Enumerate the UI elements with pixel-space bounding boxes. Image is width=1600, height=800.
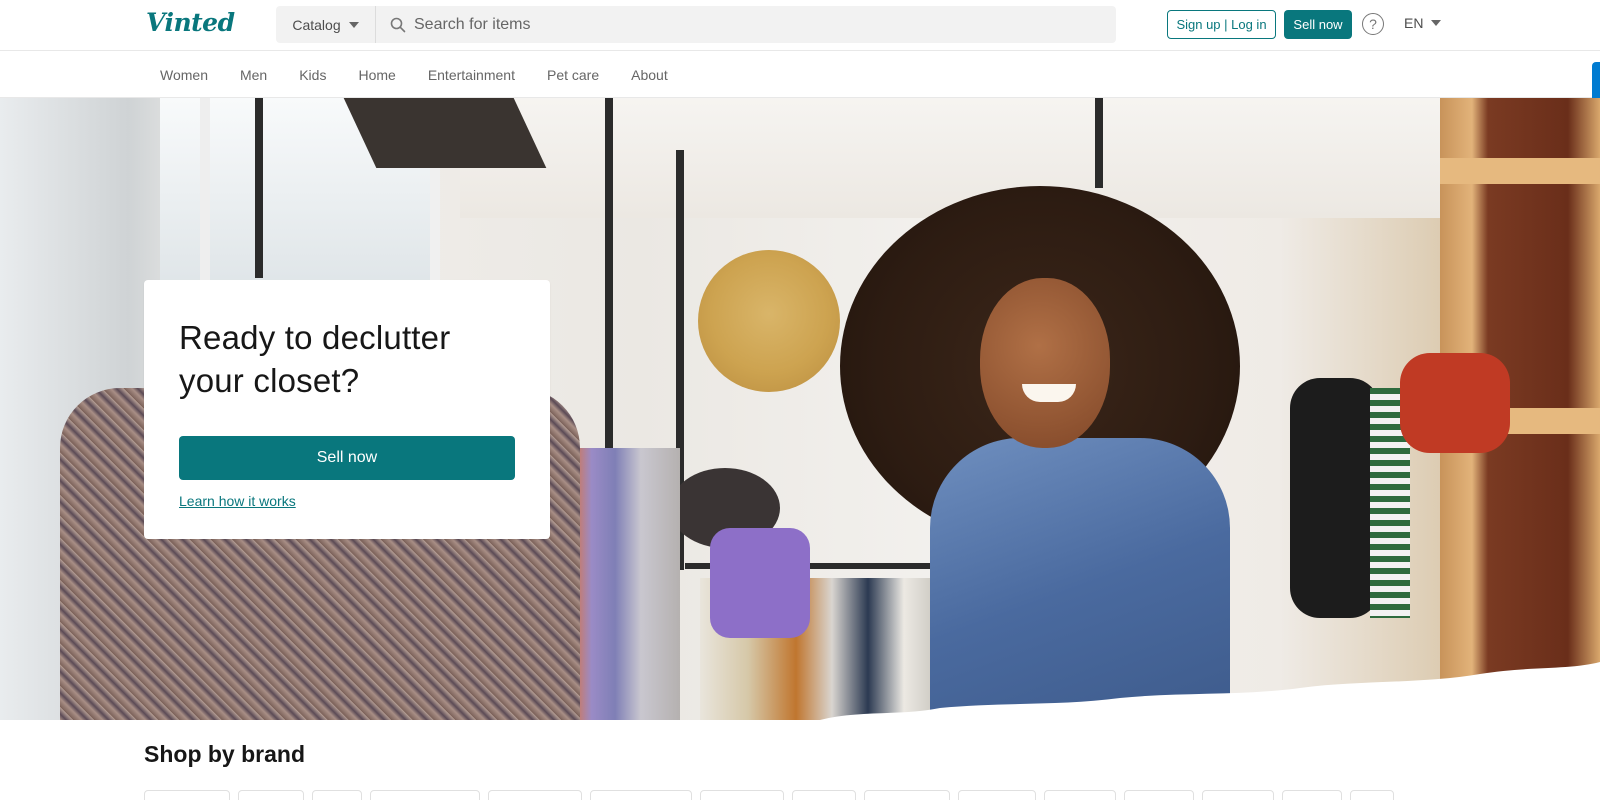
search-input[interactable] [406, 6, 1116, 43]
chevron-down-icon [348, 21, 359, 28]
hero-beam [343, 98, 547, 168]
shop-by-brand-heading: Shop by brand [144, 741, 305, 767]
brand-chip-row [144, 790, 1394, 800]
nav-item-kids[interactable]: Kids [283, 67, 342, 83]
brand-chip[interactable] [370, 790, 480, 800]
hero-purple-jacket [710, 528, 810, 638]
brand-chip[interactable] [864, 790, 950, 800]
brand-chip[interactable] [1124, 790, 1194, 800]
brand-chip[interactable] [1282, 790, 1342, 800]
help-icon[interactable]: ? [1362, 13, 1384, 35]
nav-item-pet-care[interactable]: Pet care [531, 67, 615, 83]
nav-item-entertainment[interactable]: Entertainment [412, 67, 531, 83]
help-symbol: ? [1369, 16, 1377, 32]
brand-chip[interactable] [238, 790, 304, 800]
hero-pole [605, 98, 613, 458]
hero-sell-now-button[interactable]: Sell now [179, 436, 515, 480]
nav-item-women[interactable]: Women [144, 67, 224, 83]
hero-title: Ready to declutter your closet? [179, 319, 451, 399]
hero-straw-hat [698, 250, 840, 392]
hero-pole [255, 98, 263, 278]
hero-cta-card: Ready to declutter your closet? Sell now… [144, 280, 550, 539]
torn-paper-edge [0, 662, 1600, 721]
category-nav: Women Men Kids Home Entertainment Pet ca… [0, 51, 1600, 98]
chevron-down-icon [1431, 20, 1442, 26]
search-icon [390, 17, 406, 33]
brand-chip[interactable] [792, 790, 856, 800]
top-header: Vinted Catalog Sign up | Log in Sell now… [0, 0, 1600, 51]
language-label: EN [1404, 15, 1424, 31]
brand-chip[interactable] [144, 790, 230, 800]
search-bar: Catalog [276, 6, 1116, 43]
sell-now-header-button[interactable]: Sell now [1284, 10, 1352, 39]
language-selector[interactable]: EN [1404, 15, 1442, 31]
nav-item-about[interactable]: About [615, 67, 684, 83]
brand-chip[interactable] [1044, 790, 1116, 800]
nav-item-men[interactable]: Men [224, 67, 283, 83]
nav-item-home[interactable]: Home [342, 67, 411, 83]
brand-chip[interactable] [312, 790, 362, 800]
vinted-logo[interactable]: Vinted [146, 8, 235, 37]
hero-black-bag [1290, 378, 1380, 618]
brand-chip[interactable] [1202, 790, 1274, 800]
brand-chip[interactable] [700, 790, 784, 800]
brand-chip[interactable] [590, 790, 692, 800]
catalog-label: Catalog [292, 16, 341, 33]
learn-how-it-works-link[interactable]: Learn how it works [179, 493, 296, 509]
brand-chip[interactable] [958, 790, 1036, 800]
hero-person-face [980, 278, 1110, 448]
hero-red-bag [1400, 353, 1510, 453]
catalog-dropdown[interactable]: Catalog [276, 6, 376, 43]
signup-login-button[interactable]: Sign up | Log in [1167, 10, 1276, 39]
brand-chip[interactable] [1350, 790, 1394, 800]
brand-chip[interactable] [488, 790, 582, 800]
hero-pole [1095, 98, 1103, 188]
